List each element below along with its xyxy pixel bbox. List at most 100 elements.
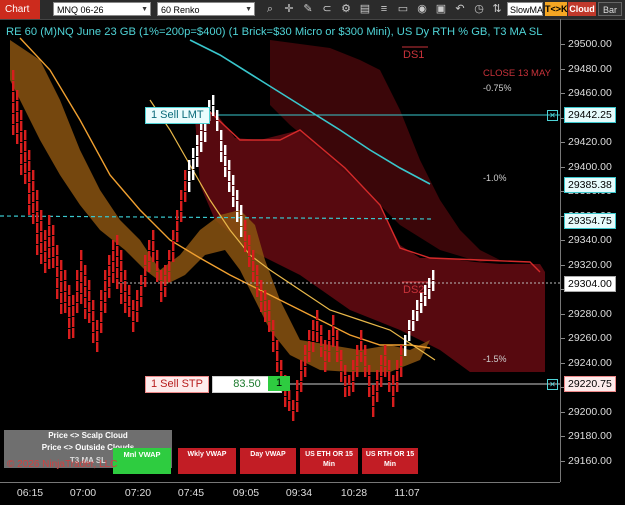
undo-icon[interactable]: ↶	[453, 2, 467, 16]
renko-brick	[232, 197, 235, 207]
renko-brick	[20, 121, 23, 131]
renko-brick	[332, 337, 335, 347]
time-tick: 10:28	[340, 487, 368, 499]
renko-brick	[308, 341, 311, 351]
us-rth-or-button[interactable]: US RTH OR 15 Min	[362, 448, 418, 474]
trades-icon[interactable]: ⇅	[490, 2, 504, 16]
renko-brick	[228, 171, 231, 181]
renko-brick	[176, 221, 179, 231]
renko-brick	[44, 230, 47, 240]
renko-brick	[344, 376, 347, 386]
us-eth-or-button[interactable]: US ETH OR 15 Min	[300, 448, 358, 474]
renko-brick	[264, 301, 267, 311]
pct-label-3: -1.5%	[483, 354, 507, 364]
renko-brick	[396, 382, 399, 392]
renko-brick	[416, 311, 419, 321]
renko-brick	[52, 236, 55, 246]
magnet-icon[interactable]: ⊂	[320, 2, 334, 16]
renko-brick	[44, 263, 47, 273]
renko-brick	[312, 320, 315, 330]
pencil-icon[interactable]: ✎	[301, 2, 315, 16]
bar-button[interactable]: Bar	[598, 2, 622, 16]
mnl-vwap-button[interactable]: Mnl VWAP	[113, 448, 171, 474]
camera-icon[interactable]: ◉	[415, 2, 429, 16]
renko-brick	[260, 302, 263, 312]
renko-brick	[88, 302, 91, 312]
sell-stp-order[interactable]: 1 Sell STP	[145, 376, 209, 393]
renko-brick	[364, 345, 367, 355]
save-icon[interactable]: ▣	[434, 2, 448, 16]
renko-brick	[176, 210, 179, 220]
renko-brick	[332, 326, 335, 336]
renko-brick	[340, 372, 343, 382]
renko-brick	[136, 290, 139, 300]
renko-brick	[60, 304, 63, 314]
renko-brick	[40, 254, 43, 264]
renko-brick	[124, 292, 127, 302]
renko-brick	[324, 351, 327, 361]
close-stp-order-icon[interactable]: ✕	[547, 379, 558, 390]
renko-brick	[380, 366, 383, 376]
cloud-button[interactable]: Cloud	[568, 2, 596, 16]
renko-brick	[312, 342, 315, 352]
renko-brick	[56, 256, 59, 266]
renko-brick	[80, 272, 83, 282]
close-lmt-order-icon[interactable]: ✕	[547, 110, 558, 121]
renko-brick	[84, 265, 87, 275]
bar-type-select[interactable]: 60 Renko ▼	[157, 2, 255, 16]
wkly-vwap-button[interactable]: Wkly VWAP	[178, 448, 236, 474]
renko-brick	[40, 221, 43, 231]
price-tick: 29240.00	[561, 356, 612, 369]
renko-brick	[176, 232, 179, 242]
instrument-select[interactable]: MNQ 06-26 ▼	[53, 2, 151, 16]
time-axis[interactable]: 06:15 07:00 07:20 07:45 09:05 09:34 10:28 11:07	[0, 482, 560, 505]
scalp-cloud-button[interactable]: Price <> Scalp Cloud	[4, 431, 172, 440]
stp-quantity[interactable]: 1	[268, 376, 290, 391]
renko-brick	[92, 300, 95, 310]
renko-brick	[272, 342, 275, 352]
renko-brick	[160, 281, 163, 291]
renko-brick	[20, 165, 23, 175]
renko-brick	[112, 273, 115, 283]
renko-brick	[168, 261, 171, 271]
tick-toggle-button[interactable]: T<>K	[545, 2, 568, 16]
renko-brick	[380, 355, 383, 365]
chart-tab[interactable]: Chart	[0, 0, 40, 19]
renko-brick	[292, 400, 295, 410]
slow-ma-select[interactable]: SlowMA	[507, 2, 543, 16]
renko-brick	[308, 330, 311, 340]
renko-brick	[92, 333, 95, 343]
renko-brick	[136, 312, 139, 322]
price-axis[interactable]: 29500.0029480.0029460.0029440.0029420.00…	[560, 19, 625, 482]
clock-icon[interactable]: ◷	[472, 2, 486, 16]
chart-canvas[interactable]	[0, 19, 560, 482]
renko-brick	[400, 367, 403, 377]
bar-type-label: 60 Renko	[161, 5, 200, 15]
toolbar: Chart MNQ 06-26 ▼ 60 Renko ▼ ⌕ ✛ ✎ ⊂ ⚙ ▤…	[0, 0, 625, 20]
search-icon[interactable]: ⌕	[263, 2, 277, 16]
price-tick: 29160.00	[561, 454, 612, 467]
price-tick: 29400.00	[561, 160, 612, 173]
list-icon[interactable]: ≡	[377, 2, 391, 16]
renko-brick	[48, 248, 51, 258]
renko-brick	[292, 411, 295, 421]
renko-brick	[400, 345, 403, 355]
renko-brick	[36, 212, 39, 222]
renko-brick	[104, 292, 107, 302]
renko-brick	[60, 293, 63, 303]
renko-brick	[296, 402, 299, 412]
settings-icon[interactable]: ⚙	[339, 2, 353, 16]
renko-brick	[108, 288, 111, 298]
renko-brick	[108, 277, 111, 287]
renko-brick	[172, 230, 175, 240]
renko-brick	[224, 167, 227, 177]
window-icon[interactable]: ▭	[396, 2, 410, 16]
renko-brick	[280, 360, 283, 370]
renko-brick	[100, 290, 103, 300]
crosshair-icon[interactable]: ✛	[282, 2, 296, 16]
renko-brick	[404, 346, 407, 356]
chart-icon[interactable]: ▤	[358, 2, 372, 16]
day-vwap-button[interactable]: Day VWAP	[240, 448, 296, 474]
sell-lmt-order[interactable]: 1 Sell LMT	[145, 107, 210, 124]
time-tick: 06:15	[16, 487, 44, 499]
